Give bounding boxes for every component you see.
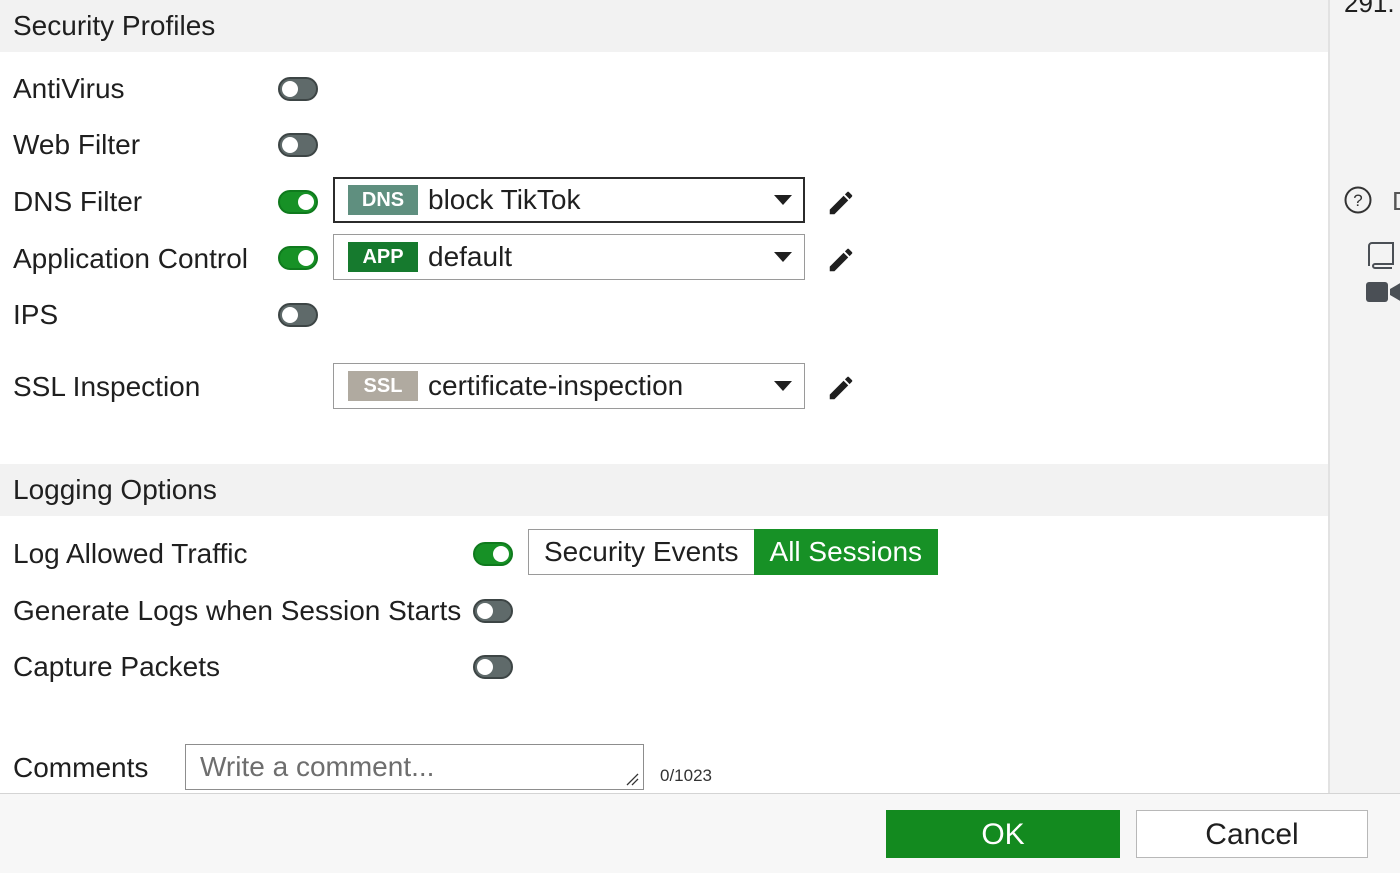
policy-dialog-main: Security Profiles AntiVirus Web Filter D… <box>0 0 1328 793</box>
ssl-badge: SSL <box>348 371 418 401</box>
ssl-inspection-select[interactable]: SSL certificate-inspection <box>333 363 805 409</box>
log-mode-segmented-control: Security Events All Sessions <box>528 529 939 575</box>
caret-down-icon <box>774 252 792 262</box>
dns-filter-value: block TikTok <box>428 184 581 215</box>
web-filter-toggle[interactable] <box>278 133 318 157</box>
web-filter-label: Web Filter <box>13 129 141 160</box>
ssl-inspection-value: certificate-inspection <box>428 370 684 401</box>
cancel-button[interactable]: Cancel <box>1136 810 1368 858</box>
all-sessions-option[interactable]: All Sessions <box>753 529 939 575</box>
capture-packets-label: Capture Packets <box>13 651 220 682</box>
generate-logs-toggle[interactable] <box>473 599 513 623</box>
caret-down-icon <box>774 381 792 391</box>
resize-grip-icon[interactable] <box>625 772 639 786</box>
application-control-toggle[interactable] <box>278 246 318 270</box>
application-control-select[interactable]: APP default <box>333 234 805 280</box>
dns-filter-select[interactable]: DNS block TikTok <box>333 177 805 223</box>
antivirus-label: AntiVirus <box>13 73 125 104</box>
edit-icon[interactable] <box>826 373 856 403</box>
comment-char-count: 0/1023 <box>660 766 712 785</box>
dialog-footer: OK Cancel <box>0 793 1400 873</box>
book-icon[interactable] <box>1366 242 1396 270</box>
ssl-inspection-label: SSL Inspection <box>13 371 201 402</box>
right-side-panel: 291. ? D <box>1328 0 1400 793</box>
edit-icon[interactable] <box>826 245 856 275</box>
security-profiles-header: Security Profiles <box>0 0 1328 52</box>
ips-toggle[interactable] <box>278 303 318 327</box>
edit-icon[interactable] <box>826 188 856 218</box>
app-badge: APP <box>348 242 418 272</box>
capture-packets-toggle[interactable] <box>473 655 513 679</box>
logging-options-header: Logging Options <box>0 464 1328 516</box>
dns-badge: DNS <box>348 185 418 215</box>
ok-button[interactable]: OK <box>886 810 1120 858</box>
dns-filter-label: DNS Filter <box>13 186 143 217</box>
help-label[interactable]: D <box>1392 186 1400 217</box>
application-control-label: Application Control <box>13 243 249 274</box>
caret-down-icon <box>774 195 792 205</box>
help-icon[interactable]: ? <box>1344 186 1372 214</box>
comment-input[interactable] <box>185 744 644 790</box>
section-title: Logging Options <box>13 474 217 505</box>
section-title: Security Profiles <box>13 10 216 41</box>
svg-text:?: ? <box>1353 191 1362 210</box>
video-icon[interactable] <box>1366 280 1400 304</box>
antivirus-toggle[interactable] <box>278 77 318 101</box>
log-allowed-traffic-toggle[interactable] <box>473 542 513 566</box>
log-allowed-traffic-label: Log Allowed Traffic <box>13 538 248 569</box>
ips-label: IPS <box>13 299 59 330</box>
side-panel-value: 291. <box>1344 0 1395 18</box>
dns-filter-toggle[interactable] <box>278 190 318 214</box>
application-control-value: default <box>428 241 513 272</box>
generate-logs-label: Generate Logs when Session Starts <box>13 595 462 626</box>
comments-label: Comments <box>13 752 149 783</box>
security-events-option[interactable]: Security Events <box>528 529 754 575</box>
